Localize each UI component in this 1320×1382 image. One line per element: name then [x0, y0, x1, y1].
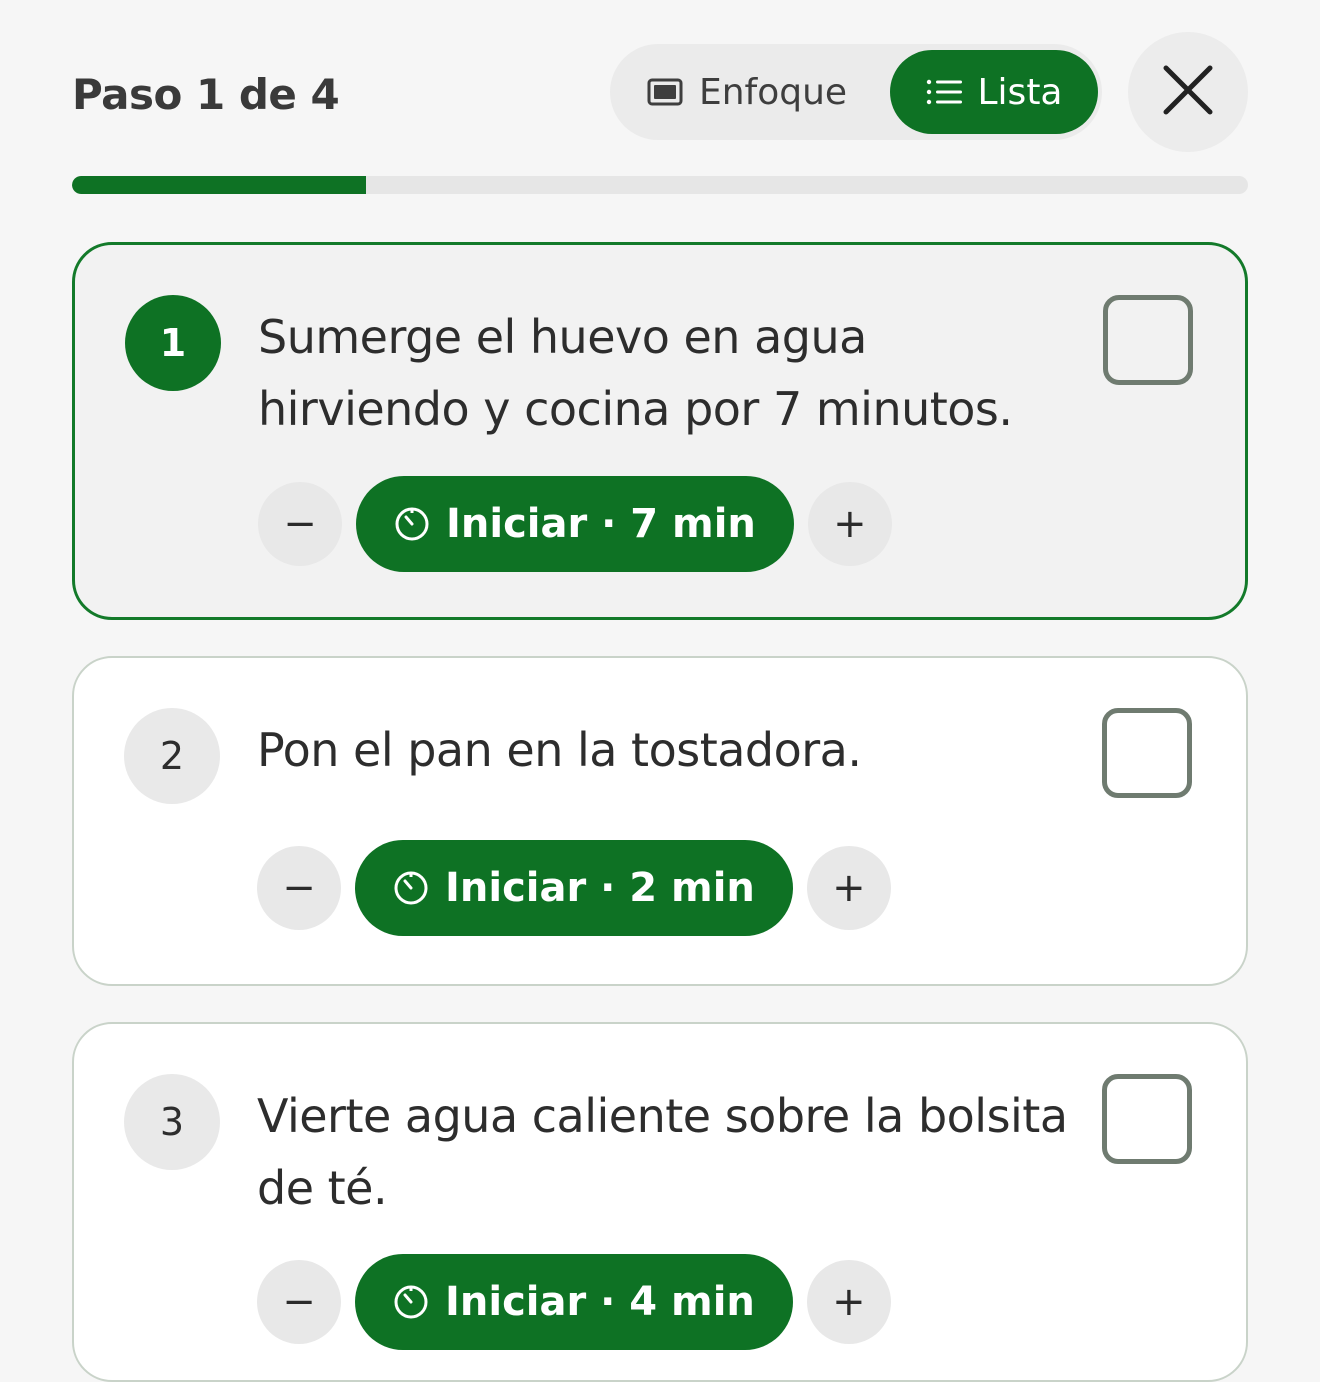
- mode-list-button[interactable]: Lista: [890, 50, 1098, 134]
- increase-time-button[interactable]: +: [806, 1260, 891, 1344]
- step-checkbox[interactable]: [1102, 708, 1192, 798]
- increase-time-button[interactable]: +: [806, 846, 891, 930]
- start-timer-button[interactable]: Iniciar · 2 min: [355, 840, 793, 936]
- step-card: 1 Sumerge el huevo en agua hirviendo y c…: [72, 242, 1248, 620]
- step-text: Pon el pan en la tostadora.: [257, 723, 862, 777]
- step-indicator: Paso 1 de 4: [72, 70, 340, 119]
- step-checkbox[interactable]: [1102, 1074, 1192, 1164]
- step-checkbox[interactable]: [1103, 295, 1193, 385]
- step-number-badge: 1: [125, 295, 221, 391]
- timer-icon: [393, 1284, 429, 1320]
- minus-icon: −: [283, 501, 317, 547]
- plus-icon: +: [832, 865, 866, 911]
- screen-icon: [647, 78, 683, 106]
- close-button[interactable]: [1128, 32, 1248, 152]
- progress-bar: [72, 176, 1248, 194]
- step-number-badge: 3: [124, 1074, 220, 1170]
- mode-focus-button[interactable]: Enfoque: [632, 50, 862, 134]
- view-mode-toggle: Enfoque Lista: [610, 44, 1102, 140]
- step-card: 3 Vierte agua caliente sobre la bolsita …: [72, 1022, 1248, 1382]
- start-timer-button[interactable]: Iniciar · 7 min: [356, 476, 794, 572]
- step-number-badge: 2: [124, 708, 220, 804]
- header: Paso 1 de 4 Enfoque Lista: [72, 32, 1248, 156]
- start-timer-button[interactable]: Iniciar · 4 min: [355, 1254, 793, 1350]
- timer-controls: − Iniciar · 7 min +: [258, 476, 892, 572]
- plus-icon: +: [832, 1279, 866, 1325]
- step-text: Sumerge el huevo en agua hirviendo y coc…: [258, 310, 1013, 436]
- minus-icon: −: [282, 1279, 316, 1325]
- list-icon: [926, 78, 962, 106]
- timer-icon: [394, 506, 430, 542]
- timer-icon: [393, 870, 429, 906]
- progress-bar-fill: [72, 176, 366, 194]
- decrease-time-button[interactable]: −: [257, 1260, 341, 1344]
- timer-controls: − Iniciar · 2 min +: [257, 840, 891, 936]
- step-card: 2 Pon el pan en la tostadora. − Iniciar …: [72, 656, 1248, 986]
- start-timer-label: Iniciar · 7 min: [446, 501, 756, 547]
- start-timer-label: Iniciar · 2 min: [445, 865, 755, 911]
- mode-focus-label: Enfoque: [698, 71, 848, 113]
- mode-list-label: Lista: [977, 71, 1063, 113]
- plus-icon: +: [833, 501, 867, 547]
- decrease-time-button[interactable]: −: [257, 846, 341, 930]
- increase-time-button[interactable]: +: [807, 482, 892, 566]
- decrease-time-button[interactable]: −: [258, 482, 342, 566]
- minus-icon: −: [282, 865, 316, 911]
- step-text: Vierte agua caliente sobre la bolsita de…: [257, 1089, 1068, 1215]
- timer-controls: − Iniciar · 4 min +: [257, 1254, 891, 1350]
- close-icon: [1162, 64, 1214, 120]
- start-timer-label: Iniciar · 4 min: [445, 1279, 755, 1325]
